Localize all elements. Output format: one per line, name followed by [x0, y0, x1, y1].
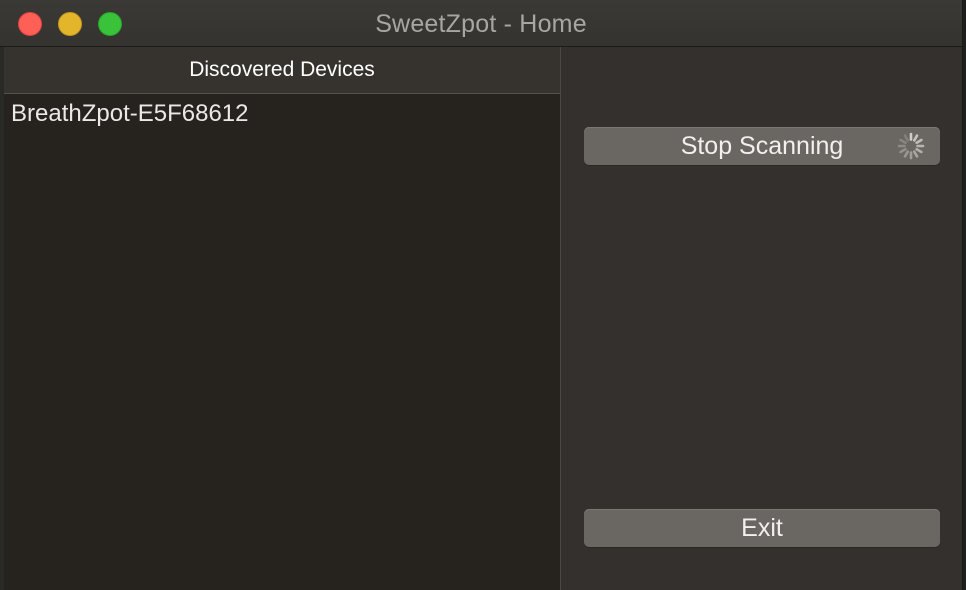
exit-label: Exit — [741, 514, 783, 542]
devices-list-header: Discovered Devices — [4, 47, 560, 94]
stop-scanning-label: Stop Scanning — [680, 132, 844, 160]
devices-list[interactable]: BreathZpot-E5F68612 — [4, 94, 560, 590]
stop-scanning-button[interactable]: Stop Scanning — [584, 127, 940, 165]
spinner-icon — [897, 132, 925, 160]
exit-button[interactable]: Exit — [584, 509, 940, 547]
device-list-item[interactable]: BreathZpot-E5F68612 — [4, 94, 560, 134]
window-title: SweetZpot - Home — [375, 10, 587, 38]
discovered-devices-panel: Discovered Devices BreathZpot-E5F68612 — [4, 47, 561, 590]
title-bar[interactable]: SweetZpot - Home — [0, 0, 962, 47]
app-window: SweetZpot - Home Discovered Devices Brea… — [0, 0, 963, 590]
